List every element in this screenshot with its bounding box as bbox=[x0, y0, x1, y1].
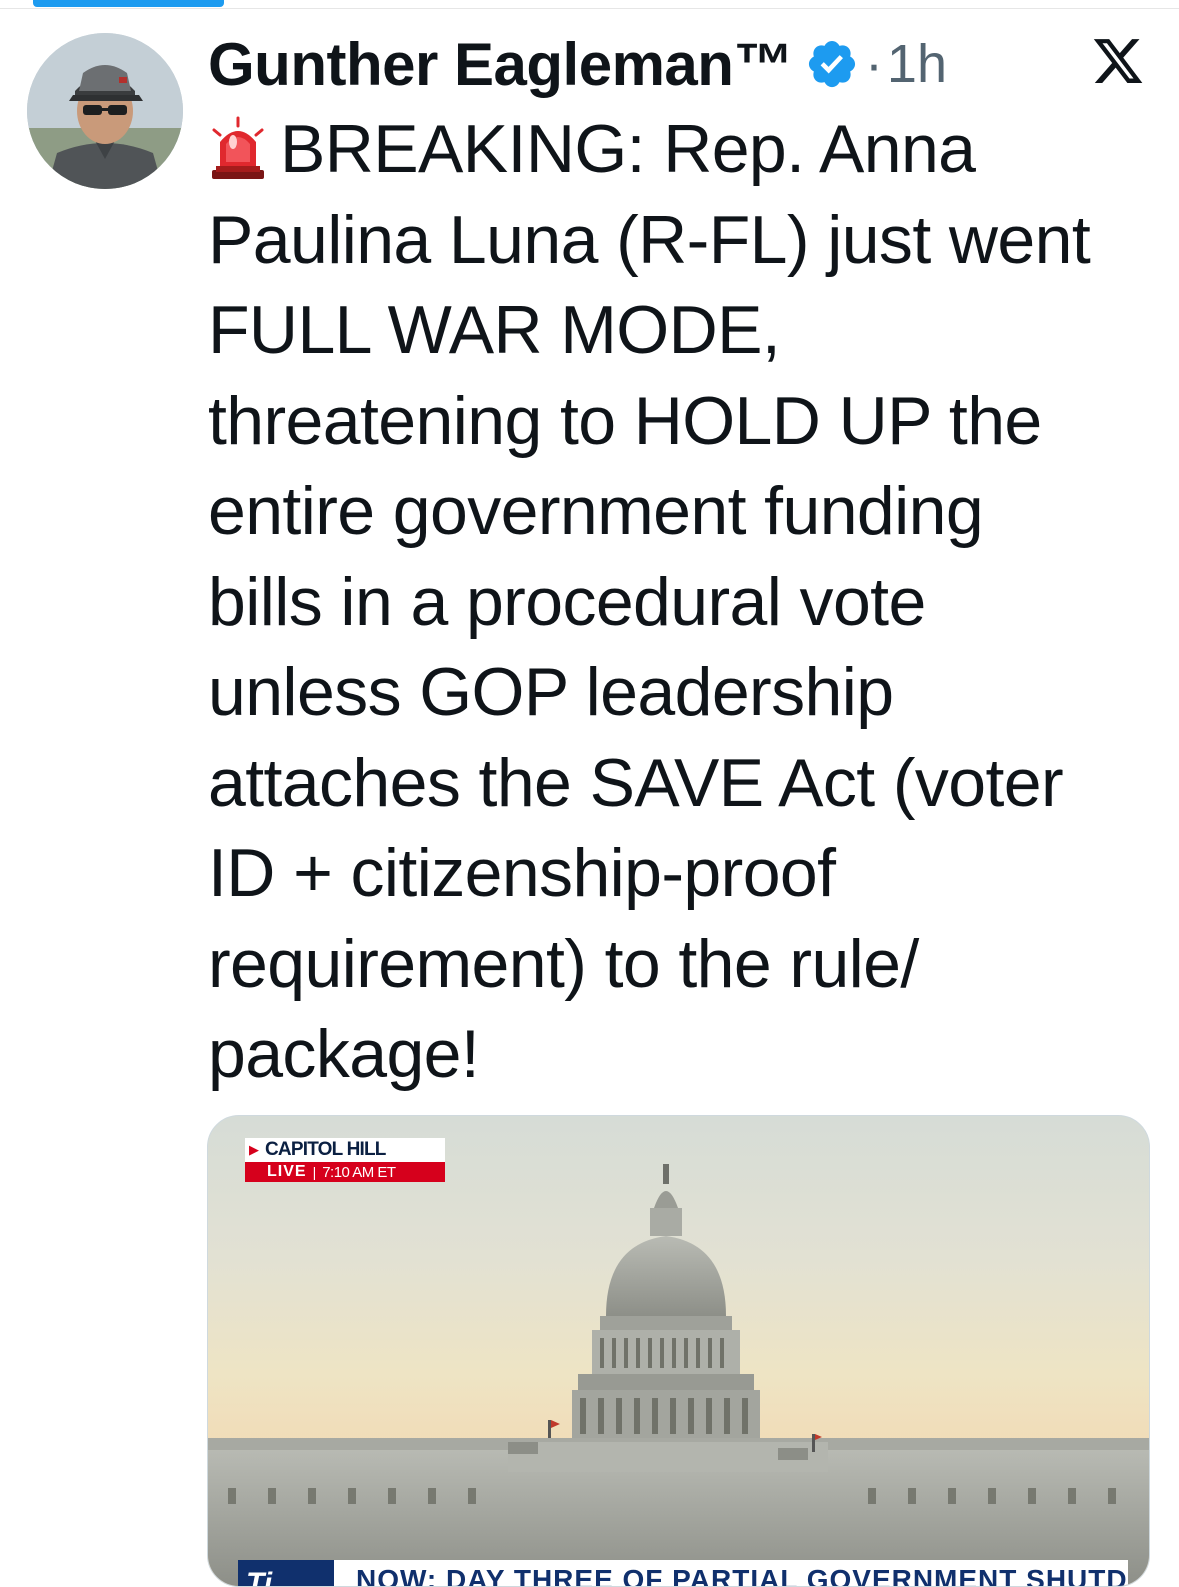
live-location: CAPITOL HILL bbox=[265, 1139, 386, 1160]
tweet-header: Gunther Eagleman™ · 1h bbox=[208, 26, 947, 102]
tweet-body: BREAKING: Rep. Anna Paulina Luna (R-FL) … bbox=[208, 104, 1168, 1100]
tweet-text-line-7: unless GOP leadership bbox=[208, 654, 894, 730]
tweet-text-line-1: BREAKING: Rep. Anna bbox=[208, 104, 1168, 195]
tweet-text-line-2: Paulina Luna (R-FL) just went bbox=[208, 201, 1091, 278]
channel-logo: Ti bbox=[238, 1560, 334, 1586]
live-time-bar: LIVE | 7:10 AM ET bbox=[245, 1162, 445, 1182]
tweet-media-video[interactable]: ▶ CAPITOL HILL LIVE | 7:10 AM ET Ti NOW:… bbox=[207, 1115, 1150, 1587]
news-lower-third: Ti NOW: DAY THREE OF PARTIAL GOVERNMENT … bbox=[238, 1560, 1128, 1586]
x-logo-icon[interactable] bbox=[1089, 34, 1147, 88]
verified-badge-icon[interactable] bbox=[805, 37, 859, 91]
author-display-name[interactable]: Gunther Eagleman™ bbox=[208, 30, 793, 99]
top-divider bbox=[0, 8, 1179, 9]
live-location-bar: ▶ CAPITOL HILL bbox=[245, 1138, 445, 1162]
play-triangle-icon: ▶ bbox=[249, 1142, 259, 1157]
tweet-timestamp[interactable]: 1h bbox=[887, 33, 947, 95]
avatar-photo-icon bbox=[27, 33, 183, 189]
tweet-text-line-5: entire government funding bbox=[208, 473, 984, 549]
tweet-text-line-9: ID + citizenship-proof bbox=[208, 835, 836, 911]
live-label: LIVE bbox=[267, 1163, 307, 1180]
live-broadcast-badge: ▶ CAPITOL HILL LIVE | 7:10 AM ET bbox=[245, 1138, 445, 1182]
police-siren-icon bbox=[208, 116, 268, 180]
news-headline: NOW: DAY THREE OF PARTIAL GOVERNMENT SHU… bbox=[334, 1560, 1128, 1586]
live-separator: | bbox=[312, 1164, 317, 1180]
active-tab-indicator bbox=[33, 0, 224, 7]
author-avatar[interactable] bbox=[27, 33, 183, 189]
tweet-text-line-8: attaches the SAVE Act (voter bbox=[208, 744, 1064, 821]
live-time: 7:10 AM ET bbox=[322, 1163, 396, 1181]
tweet-text-line: BREAKING: Rep. Anna bbox=[280, 111, 976, 187]
tweet-text-line-11: package! bbox=[208, 1016, 480, 1092]
tweet-text-line-4: threatening to HOLD UP the bbox=[208, 382, 1042, 459]
capitol-building-image bbox=[208, 1164, 1149, 1586]
tweet-text-line-10: requirement) to the rule/ bbox=[208, 925, 919, 1002]
tweet-text-line-3: FULL WAR MODE, bbox=[208, 292, 781, 368]
tweet-text-line-6: bills in a procedural vote bbox=[208, 563, 926, 640]
header-separator: · bbox=[864, 34, 883, 94]
